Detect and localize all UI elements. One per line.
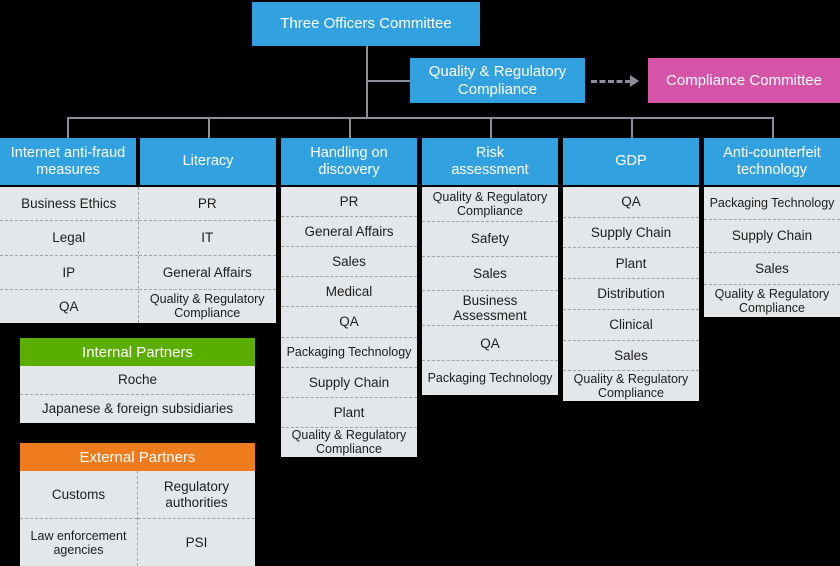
list-item[interactable]: Packaging Technology (704, 187, 840, 219)
list-item[interactable]: Medical (281, 276, 417, 306)
list-item[interactable]: PR (139, 187, 277, 220)
list-item[interactable]: Sales (704, 251, 840, 285)
column-header-handling-on-discovery[interactable]: Handling on discovery (281, 138, 417, 185)
list-item[interactable]: Clinical (563, 308, 699, 340)
group-header-external-partners: External Partners (20, 443, 255, 471)
list-item[interactable]: Sales (422, 255, 558, 291)
list-item[interactable]: Sales (281, 246, 417, 276)
list-item[interactable]: IP (0, 254, 138, 289)
column-header-label-line2: technology (736, 161, 808, 178)
connector-trunk-vertical (366, 46, 368, 118)
list-item[interactable]: Customs (20, 471, 137, 518)
list-item[interactable]: QA (0, 288, 138, 323)
list-item[interactable]: Business Ethics (0, 187, 138, 220)
items-column-literacy: PR IT General Affairs Quality & Regulato… (137, 187, 277, 323)
connector-drop-col2 (208, 117, 210, 139)
items-panel-risk-assessment: Quality & Regulatory Compliance Safety S… (422, 187, 558, 395)
list-item[interactable]: Legal (0, 220, 138, 254)
list-item[interactable]: PR (281, 187, 417, 216)
group-internal-partners: Internal Partners Roche Japanese & forei… (20, 338, 255, 423)
list-item[interactable]: Quality & Regulatory Compliance (704, 284, 840, 317)
list-item[interactable]: Distribution (563, 278, 699, 309)
list-item[interactable]: QA (281, 306, 417, 336)
connector-drop-col1 (67, 117, 69, 139)
group-header-internal-partners: Internal Partners (20, 338, 255, 366)
column-header-label-line2: assessment (451, 161, 529, 178)
node-label-line1: Quality & Regulatory (428, 63, 567, 81)
dashed-connector-to-compliance-committee (591, 80, 631, 83)
node-quality-regulatory-compliance[interactable]: Quality & Regulatory Compliance (410, 58, 585, 103)
column-header-risk-assessment[interactable]: Risk assessment (422, 138, 558, 185)
list-item[interactable]: Plant (563, 247, 699, 278)
node-label: Compliance Committee (666, 71, 822, 89)
connector-quality-branch (366, 80, 410, 82)
group-body-external-partners: Customs Law enforcement agencies Regulat… (20, 471, 255, 566)
column-header-label-line2: measures (36, 161, 100, 178)
list-item[interactable]: Packaging Technology (281, 336, 417, 367)
connector-bus-horizontal (67, 117, 774, 119)
list-item[interactable]: Supply Chain (704, 218, 840, 252)
list-item[interactable]: Roche (20, 366, 255, 394)
org-chart-diagram: Three Officers Committee Quality & Regul… (0, 0, 840, 566)
list-item[interactable]: Quality & Regulatory Compliance (281, 426, 417, 457)
list-item[interactable]: General Affairs (281, 216, 417, 246)
column-header-anti-counterfeit-technology[interactable]: Anti-counterfeit technology (704, 138, 840, 185)
arrow-head-icon (630, 75, 639, 87)
items-column-risk-assessment: Quality & Regulatory Compliance Safety S… (422, 187, 558, 395)
node-three-officers-committee[interactable]: Three Officers Committee (252, 2, 480, 46)
items-column-anti-counterfeit-technology: Packaging Technology Supply Chain Sales … (704, 187, 840, 317)
column-header-label-line2: discovery (318, 161, 380, 178)
node-compliance-committee[interactable]: Compliance Committee (648, 58, 840, 103)
connector-drop-col6 (772, 117, 774, 139)
list-item[interactable]: Law enforcement agencies (20, 518, 137, 566)
list-item[interactable]: Safety (422, 220, 558, 256)
items-column-external-partners-left: Customs Law enforcement agencies (20, 471, 137, 566)
list-item[interactable]: Business Assessment (422, 290, 558, 325)
connector-drop-col5 (631, 117, 633, 139)
group-external-partners: External Partners Customs Law enforcemen… (20, 443, 255, 566)
column-header-literacy[interactable]: Literacy (140, 138, 276, 185)
list-item[interactable]: IT (138, 220, 276, 254)
list-item[interactable]: General Affairs (138, 254, 276, 289)
list-item[interactable]: Japanese & foreign subsidiaries (20, 394, 255, 423)
items-column-gdp: QA Supply Chain Plant Distribution Clini… (563, 187, 699, 401)
items-column-handling-on-discovery: PR General Affairs Sales Medical QA Pack… (281, 187, 417, 457)
column-header-label-line1: Handling on (310, 144, 388, 161)
connector-drop-col3 (349, 117, 351, 139)
list-item[interactable]: PSI (138, 518, 255, 566)
list-item[interactable]: Packaging Technology (422, 360, 558, 395)
group-title: External Partners (79, 448, 196, 466)
items-panel-gdp: QA Supply Chain Plant Distribution Clini… (563, 187, 699, 401)
list-item[interactable]: Quality & Regulatory Compliance (138, 288, 276, 323)
column-header-label: Literacy (182, 153, 234, 170)
node-label-line2: Compliance (457, 80, 538, 98)
list-item[interactable]: Supply Chain (281, 366, 417, 397)
list-item[interactable]: Sales (563, 339, 699, 371)
group-body-internal-partners: Roche Japanese & foreign subsidiaries (20, 366, 255, 423)
list-item[interactable]: Regulatory authorities (138, 471, 255, 518)
items-column-internet-anti-fraud-measures: Business Ethics Legal IP QA (0, 187, 138, 323)
column-header-label-line1: Anti-counterfeit (723, 144, 821, 161)
items-panel-handling-on-discovery: PR General Affairs Sales Medical QA Pack… (281, 187, 417, 457)
column-header-gdp[interactable]: GDP (563, 138, 699, 185)
list-item[interactable]: Plant (281, 396, 417, 427)
column-header-label: GDP (615, 153, 647, 170)
list-item[interactable]: QA (563, 187, 699, 217)
column-header-label-line1: Risk (475, 144, 505, 161)
list-item[interactable]: Quality & Regulatory Compliance (563, 370, 699, 401)
list-item[interactable]: Supply Chain (563, 216, 699, 248)
node-label: Three Officers Committee (280, 15, 452, 33)
column-header-internet-anti-fraud-measures[interactable]: Internet anti-fraud measures (0, 138, 136, 185)
list-item[interactable]: QA (422, 325, 558, 360)
items-panel-columns-1-2: Business Ethics Legal IP QA PR IT Genera… (0, 187, 276, 323)
items-column-internal-partners: Roche Japanese & foreign subsidiaries (20, 366, 255, 423)
column-header-label-line1: Internet anti-fraud (10, 144, 126, 161)
items-column-external-partners-right: Regulatory authorities PSI (137, 471, 255, 566)
items-panel-anti-counterfeit-technology: Packaging Technology Supply Chain Sales … (704, 187, 840, 317)
group-title: Internal Partners (82, 343, 193, 361)
connector-drop-col4 (490, 117, 492, 139)
list-item[interactable]: Quality & Regulatory Compliance (422, 187, 558, 221)
